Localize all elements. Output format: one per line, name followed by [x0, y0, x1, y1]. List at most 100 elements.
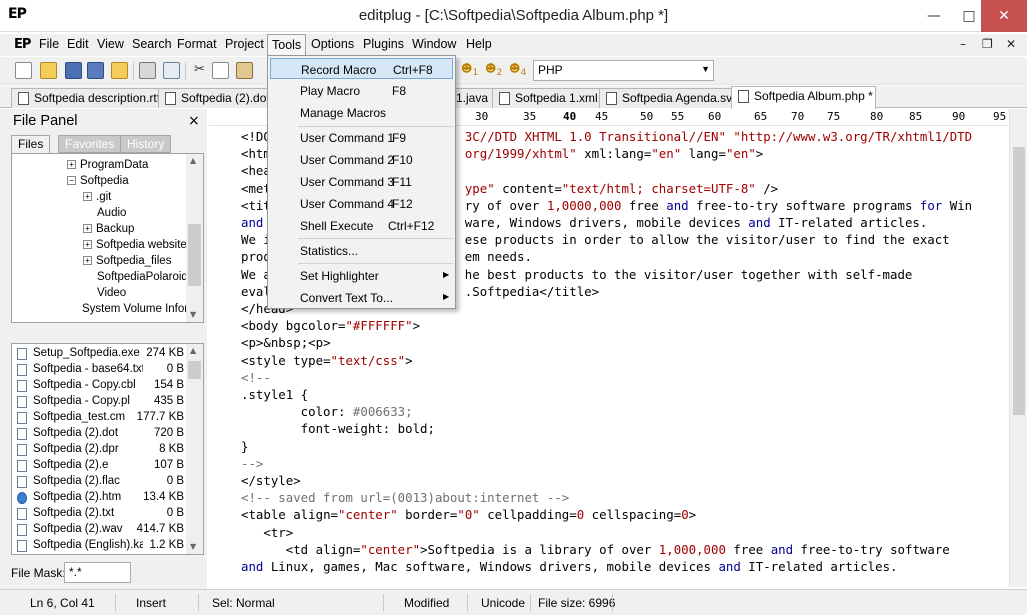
menu-item-user-command-1[interactable]: User Command 1 F9 [270, 127, 453, 148]
list-item[interactable]: Softpedia - base64.txt 0 B [12, 362, 188, 378]
expand-icon[interactable]: + [83, 256, 92, 266]
tree-item[interactable]: System Volume Inform [82, 303, 198, 319]
code-line[interactable]: <table align="center" border="0" cellpad… [241, 507, 696, 524]
doc-tab[interactable]: Softpedia (2).dot [158, 88, 268, 108]
code-line[interactable]: </style> [241, 473, 301, 490]
tab-history[interactable]: History [120, 135, 172, 153]
tree-item[interactable]: + .git [83, 191, 111, 207]
menu-item-user-command-3[interactable]: User Command 3 F11 [270, 171, 453, 192]
new-file-icon[interactable] [15, 62, 32, 79]
tree-item[interactable]: Video [97, 287, 126, 303]
file-mask-input[interactable]: *.* [64, 562, 131, 583]
tree-item[interactable]: − Softpedia [67, 175, 129, 191]
code-line[interactable]: <body bgcolor="#FFFFFF"> [241, 318, 420, 335]
copy-icon[interactable] [212, 62, 229, 79]
code-line[interactable]: and Linux, games, Mac software, Windows … [241, 559, 898, 576]
print-icon[interactable] [139, 62, 156, 79]
menu-item-manage-macros[interactable]: Manage Macros [270, 102, 453, 123]
menu-file[interactable]: File [39, 37, 59, 51]
doc-tab-active[interactable]: Softpedia Album.php * [731, 86, 876, 109]
menu-item-user-command-2[interactable]: User Command 2 F10 [270, 149, 453, 170]
code-line[interactable]: .style1 { [241, 387, 308, 404]
menu-view[interactable]: View [97, 37, 124, 51]
list-item[interactable]: Softpedia (2).e 107 B [12, 458, 188, 474]
paste-icon[interactable] [236, 62, 253, 79]
list-item[interactable]: Softpedia (2).dot 720 B [12, 426, 188, 442]
user-command-2-icon[interactable]: ☻2 [485, 62, 502, 78]
list-item[interactable]: Softpedia (2).dpr 8 KB [12, 442, 188, 458]
menu-plugins[interactable]: Plugins [363, 37, 404, 51]
list-item[interactable]: Softpedia (2).htm 13.4 KB [12, 490, 188, 506]
menu-window[interactable]: Window [412, 37, 456, 51]
code-line[interactable]: color: #006633; [241, 404, 413, 421]
code-line[interactable]: <style type="text/css"> [241, 353, 413, 370]
code-line[interactable]: font-weight: bold; [241, 421, 435, 438]
tab-favorites[interactable]: Favorites [58, 135, 122, 153]
app-logo-icon[interactable]: EP [14, 37, 31, 52]
expand-icon[interactable]: + [67, 160, 76, 170]
menu-format[interactable]: Format [177, 37, 217, 51]
tree-item[interactable]: + Softpedia website [83, 239, 187, 255]
code-line[interactable]: } [241, 439, 248, 456]
close-icon[interactable]: × [188, 113, 200, 129]
mdi-minimize-icon[interactable]: – [960, 37, 966, 51]
file-list-scrollbar[interactable]: ▲ ▼ [186, 344, 203, 554]
code-line[interactable]: <td align="center">Softpedia is a librar… [241, 542, 950, 559]
list-item[interactable]: Softpedia_test.cm 177.7 KB [12, 410, 188, 426]
close-button[interactable]: ✕ [981, 0, 1027, 32]
language-select[interactable]: PHP ▼ [533, 60, 714, 81]
menu-search[interactable]: Search [132, 37, 172, 51]
scroll-down-icon[interactable]: ▼ [190, 542, 196, 551]
print-preview-icon[interactable] [163, 62, 180, 79]
tree-item[interactable]: Audio [97, 207, 126, 223]
menu-help[interactable]: Help [466, 37, 492, 51]
scroll-thumb[interactable] [188, 224, 201, 286]
scroll-thumb[interactable] [188, 361, 201, 379]
save-all-icon[interactable] [87, 62, 104, 79]
menu-item-statistics[interactable]: Statistics... [270, 240, 453, 261]
list-item[interactable]: Softpedia (2).txt 0 B [12, 506, 188, 522]
menu-item-shell-execute[interactable]: Shell Execute Ctrl+F12 [270, 215, 453, 236]
mdi-restore-icon[interactable]: ❐ [982, 37, 993, 51]
save-icon[interactable] [65, 62, 82, 79]
tree-item[interactable]: SoftpediaPolaroidF [97, 271, 195, 287]
scroll-down-icon[interactable]: ▼ [190, 310, 196, 319]
list-item[interactable]: Softpedia - Copy.pl 435 B [12, 394, 188, 410]
menu-item-set-highlighter[interactable]: Set Highlighter ▶ [270, 265, 453, 286]
user-command-1-icon[interactable]: ☻1 [461, 62, 478, 78]
menu-item-user-command-4[interactable]: User Command 4 F12 [270, 193, 453, 214]
doc-tab[interactable]: Softpedia Agenda.svt [599, 88, 732, 108]
doc-tab[interactable]: Softpedia 1.xml [492, 88, 600, 108]
cut-icon[interactable]: ✂ [191, 62, 208, 79]
menu-tools[interactable]: Tools [267, 34, 307, 56]
open-folder-icon[interactable] [40, 62, 57, 79]
menu-item-play-macro[interactable]: Play Macro F8 [270, 80, 453, 101]
menu-project[interactable]: Project [225, 37, 264, 51]
expand-icon[interactable]: + [83, 240, 92, 250]
tab-files[interactable]: Files [11, 135, 51, 153]
menu-edit[interactable]: Edit [67, 37, 89, 51]
user-command-4-icon[interactable]: ☻4 [509, 62, 526, 78]
code-line[interactable]: <tr> [241, 525, 293, 542]
scroll-up-icon[interactable]: ▲ [190, 156, 196, 165]
tree-item[interactable]: + Backup [83, 223, 134, 239]
list-item[interactable]: Softpedia - Copy.cbl 154 B [12, 378, 188, 394]
code-line[interactable]: <!-- saved from url=(0013)about:internet… [241, 490, 569, 507]
scroll-thumb[interactable] [1013, 147, 1025, 415]
expand-icon[interactable]: + [83, 224, 92, 234]
menu-options[interactable]: Options [311, 37, 354, 51]
expand-icon[interactable]: + [83, 192, 92, 202]
list-item[interactable]: Softpedia (2).flac 0 B [12, 474, 188, 490]
list-item[interactable]: Softpedia (English).kat 1.2 KB [12, 538, 188, 554]
code-line[interactable]: <p>&nbsp;<p> [241, 335, 331, 352]
collapse-icon[interactable]: − [67, 176, 76, 186]
menu-item-convert-text[interactable]: Convert Text To... ▶ [270, 287, 453, 308]
code-line[interactable]: --> [241, 456, 263, 473]
list-item[interactable]: Setup_Softpedia.exe 274 KB [12, 346, 188, 362]
list-item[interactable]: Softpedia (2).wav 414.7 KB [12, 522, 188, 538]
tree-item[interactable]: + Softpedia_files [83, 255, 171, 271]
open-project-icon[interactable] [111, 62, 128, 79]
code-line[interactable]: <!-- [241, 370, 271, 387]
editor-scrollbar[interactable] [1009, 109, 1027, 587]
scroll-up-icon[interactable]: ▲ [190, 346, 196, 355]
